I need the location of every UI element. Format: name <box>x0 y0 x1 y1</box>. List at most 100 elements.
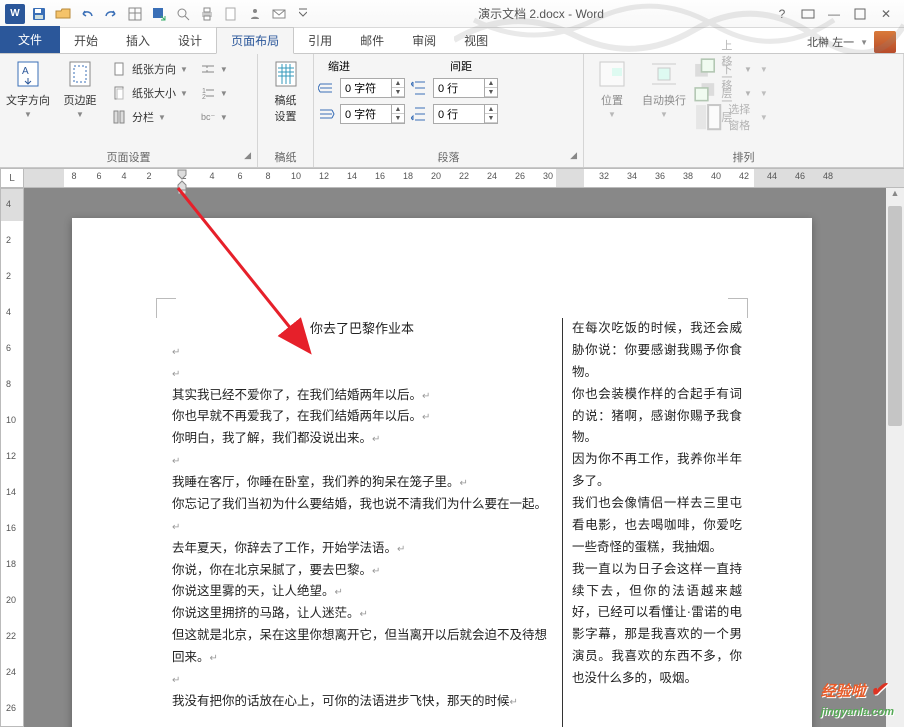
paragraph-launcher[interactable]: ◢ <box>570 150 577 161</box>
rotate-button[interactable]: ▼ <box>756 106 768 128</box>
paragraph: 你说这里雾的天，让人绝望。↵ <box>172 581 552 603</box>
ribbon-tabs: 文件 开始 插入 设计 页面布局 引用 邮件 审阅 视图 北榊 左一 ▼ <box>0 28 904 54</box>
open-icon[interactable] <box>52 3 74 25</box>
group-manuscript: 稿纸 设置 稿纸 <box>258 54 314 167</box>
watermark: 经验啦 ✔ jingyanla.com <box>821 677 894 719</box>
line-numbers-button[interactable]: 12▼ <box>196 82 232 104</box>
tab-design[interactable]: 设计 <box>164 28 216 53</box>
svg-text:A: A <box>22 66 29 77</box>
tab-page-layout[interactable]: 页面布局 <box>216 27 294 54</box>
undo-icon[interactable] <box>76 3 98 25</box>
space-after-spinner[interactable]: ▲▼ <box>433 104 498 124</box>
indent-left-spinner[interactable]: ▲▼ <box>340 78 405 98</box>
tab-view[interactable]: 视图 <box>450 28 502 53</box>
paragraph: 因为你不再工作，我养你半年多了。 <box>572 449 742 493</box>
paragraph: 你说，你在北京呆腻了，要去巴黎。↵ <box>172 560 552 582</box>
text-direction-button[interactable]: A 文字方向 ▼ <box>4 56 52 147</box>
email-icon[interactable] <box>268 3 290 25</box>
spacing-label: 间距 <box>450 58 472 74</box>
redo-icon[interactable] <box>100 3 122 25</box>
align-button[interactable]: ▼ <box>756 58 768 80</box>
ribbon: A 文字方向 ▼ 页边距 ▼ 纸张方向 ▼ 纸张大小 ▼ <box>0 54 904 168</box>
margin-mark-tl <box>156 298 176 318</box>
tab-selector[interactable]: L <box>0 168 24 188</box>
tab-home[interactable]: 开始 <box>60 28 112 53</box>
tab-insert[interactable]: 插入 <box>112 28 164 53</box>
paragraph: ↵ <box>172 363 552 385</box>
group-arrange: 位置▼ 自动换行▼ 上移一层 ▼ 下移一层 ▼ 选择窗格 ▼ ▼ ▼ 排列 <box>584 54 904 167</box>
indent-right-icon <box>318 106 336 122</box>
paragraph: 你也早就不再爱我了，在我们结婚两年以后。↵ <box>172 406 552 428</box>
paragraph: 在每次吃饭的时候，我还会威胁你说：你要感谢我赐予你食物。 <box>572 318 742 384</box>
qat-dropdown-icon[interactable] <box>292 3 314 25</box>
paragraph: 你忘记了我们当初为什么要结婚，我也说不清我们为什么要在一起。↵ <box>172 494 552 538</box>
new-doc-icon[interactable] <box>220 3 242 25</box>
paragraph: 我一直以为日子会这样一直持续下去，但你的法语越来越好，已经可以看懂让·雷诺的电影… <box>572 559 742 690</box>
paragraph: 你说这里拥挤的马路，让人迷茫。↵ <box>172 603 552 625</box>
close-icon[interactable]: ✕ <box>878 6 894 22</box>
vertical-ruler[interactable]: 422468101214161820222426 <box>0 188 24 727</box>
indent-marker-bottom[interactable] <box>174 178 194 196</box>
share-icon[interactable] <box>244 3 266 25</box>
scroll-thumb[interactable] <box>888 206 902 426</box>
document-area: 你去了巴黎作业本 ↵↵其实我已经不爱你了，在我们结婚两年以后。↵你也早就不再爱我… <box>24 188 886 727</box>
help-icon[interactable]: ? <box>774 6 790 22</box>
save-as-icon[interactable] <box>148 3 170 25</box>
paragraph: 你明白，我了解，我们都没说出来。↵ <box>172 428 552 450</box>
indent-label: 缩进 <box>328 58 350 74</box>
paragraph: ↵ <box>172 341 552 363</box>
paragraph: 你也会装模作样的合起手有词的说：猪啊，感谢你赐予我食物。 <box>572 384 742 450</box>
selection-pane-button[interactable]: 选择窗格 <box>692 106 752 128</box>
paragraph: 其实我已经不爱你了，在我们结婚两年以后。↵ <box>172 385 552 407</box>
ribbon-display-icon[interactable] <box>800 6 816 22</box>
space-before-spinner[interactable]: ▲▼ <box>433 78 498 98</box>
tab-mailings[interactable]: 邮件 <box>346 28 398 53</box>
tab-review[interactable]: 审阅 <box>398 28 450 53</box>
size-button[interactable]: 纸张大小 ▼ <box>108 82 192 104</box>
wrap-text-button[interactable]: 自动换行▼ <box>640 56 688 147</box>
doc-title: 你去了巴黎作业本 <box>172 318 552 341</box>
column-1: 你去了巴黎作业本 ↵↵其实我已经不爱你了，在我们结婚两年以后。↵你也早就不再爱我… <box>172 318 552 713</box>
paragraph: 我们也会像情侣一样去三里屯看电影，也去喝咖啡，你爱吃一些奇怪的蛋糕，我抽烟。 <box>572 493 742 559</box>
svg-text:2: 2 <box>202 94 206 101</box>
window-title: 演示文档 2.docx - Word <box>318 5 764 22</box>
page-setup-launcher[interactable]: ◢ <box>244 150 251 161</box>
orientation-button[interactable]: 纸张方向 ▼ <box>108 58 192 80</box>
insert-table-icon[interactable] <box>124 3 146 25</box>
indent-right-spinner[interactable]: ▲▼ <box>340 104 405 124</box>
space-before-icon <box>411 80 429 96</box>
hyphenation-button[interactable]: bc⁻▼ <box>196 106 232 128</box>
svg-text:bc⁻: bc⁻ <box>201 112 216 122</box>
user-area[interactable]: 北榊 左一 ▼ <box>807 31 904 53</box>
column-divider <box>562 318 563 727</box>
paragraph: 我没有把你的话放在心上，可你的法语进步飞快，那天的时候↵ <box>172 691 552 713</box>
columns-button[interactable]: 分栏 ▼ <box>108 106 192 128</box>
horizontal-ruler[interactable]: [50,70,90,110,170,190,210,230,250,270,29… <box>24 168 904 188</box>
tab-references[interactable]: 引用 <box>294 28 346 53</box>
paragraph: ↵ <box>172 450 552 472</box>
position-button[interactable]: 位置▼ <box>588 56 636 147</box>
user-avatar[interactable] <box>874 31 896 53</box>
quick-access-toolbar: W <box>0 3 318 25</box>
group-button[interactable]: ▼ <box>756 82 768 104</box>
space-after-icon <box>411 106 429 122</box>
user-name: 北榊 左一 <box>807 34 854 50</box>
page[interactable]: 你去了巴黎作业本 ↵↵其实我已经不爱你了，在我们结婚两年以后。↵你也早就不再爱我… <box>72 218 812 727</box>
tab-file[interactable]: 文件 <box>0 26 60 53</box>
paragraph: 我睡在客厅，你睡在卧室，我们养的狗呆在笼子里。↵ <box>172 472 552 494</box>
paragraph: 但这就是北京，呆在这里你想离开它，但当离开以后就会迫不及待想回来。↵ <box>172 625 552 669</box>
paragraph: ↵ <box>172 669 552 691</box>
print-preview-icon[interactable] <box>172 3 194 25</box>
manuscript-button[interactable]: 稿纸 设置 <box>262 56 309 147</box>
indent-left-icon <box>318 80 336 96</box>
print-icon[interactable] <box>196 3 218 25</box>
horizontal-ruler-area: L [50,70,90,110,170,190,210,230,250,270,… <box>0 168 904 188</box>
vertical-scrollbar[interactable]: ▲ <box>886 188 904 727</box>
app-icon[interactable]: W <box>4 3 26 25</box>
maximize-icon[interactable] <box>852 6 868 22</box>
minimize-icon[interactable]: — <box>826 6 842 22</box>
margins-button[interactable]: 页边距 ▼ <box>56 56 104 147</box>
breaks-button[interactable]: ▼ <box>196 58 232 80</box>
margin-mark-tr <box>728 298 748 318</box>
save-icon[interactable] <box>28 3 50 25</box>
